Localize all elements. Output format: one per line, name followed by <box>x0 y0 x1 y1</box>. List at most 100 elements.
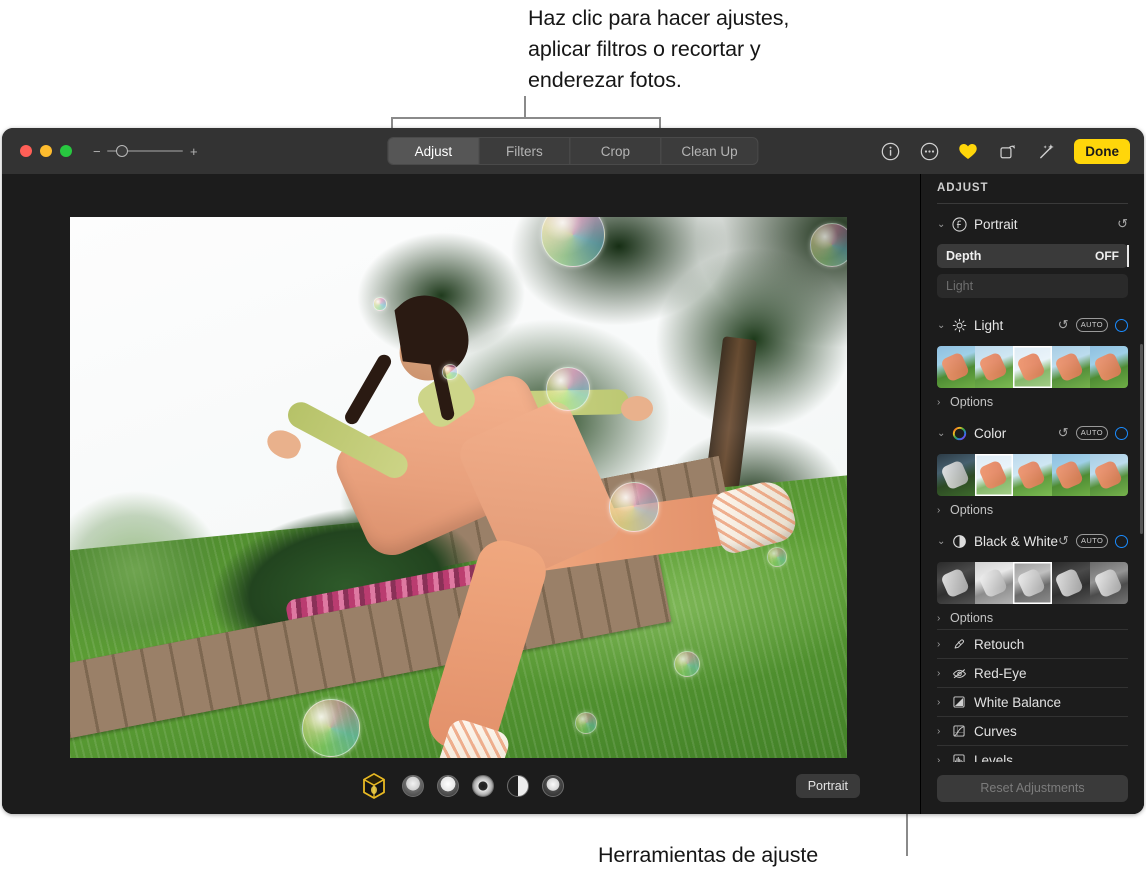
zoom-slider-knob[interactable] <box>116 145 128 157</box>
color-preview-strip[interactable] <box>937 454 1128 496</box>
chevron-down-icon[interactable]: ⌄ <box>937 219 950 230</box>
sidebar-item-red-eye[interactable]: › Red-Eye <box>937 658 1128 687</box>
more-options-icon[interactable] <box>918 140 940 162</box>
light-toggle-icon[interactable] <box>1115 319 1128 332</box>
zoom-slider[interactable]: − + <box>93 145 197 158</box>
reset-portrait-icon[interactable]: ↺ <box>1117 216 1128 232</box>
sidebar-group-color[interactable]: ⌄ Color ↺ AUTO <box>937 419 1128 447</box>
editor-mode-segmented-control[interactable]: Adjust Filters Crop Clean Up <box>387 137 758 165</box>
adjust-sidebar: ADJUST ⌄ Portrait ↺ Depth <box>920 174 1144 814</box>
tab-adjust[interactable]: Adjust <box>388 138 479 164</box>
chevron-right-icon[interactable]: › <box>937 755 950 763</box>
stage-light-icon[interactable] <box>472 775 494 797</box>
sidebar-group-black-and-white[interactable]: ⌄ Black & White ↺ AUTO <box>937 527 1128 555</box>
sidebar-group-light[interactable]: ⌄ Light ↺ AUTO <box>937 311 1128 339</box>
done-button[interactable]: Done <box>1074 139 1130 164</box>
photo-bubble <box>373 297 387 311</box>
auto-light-button[interactable]: AUTO <box>1076 318 1108 332</box>
chevron-down-icon[interactable]: ⌄ <box>937 320 950 331</box>
adjust-sidebar-scroll[interactable]: ADJUST ⌄ Portrait ↺ Depth <box>921 174 1144 762</box>
photo-subject-right-hand <box>621 395 654 421</box>
reset-color-icon[interactable]: ↺ <box>1058 425 1069 441</box>
light-thumb[interactable] <box>1052 346 1090 388</box>
chevron-right-icon[interactable]: › <box>937 726 950 737</box>
auto-bw-button[interactable]: AUTO <box>1076 534 1108 548</box>
bw-toggle-icon[interactable] <box>1115 535 1128 548</box>
color-thumb-selected[interactable] <box>975 454 1013 496</box>
reset-light-icon[interactable]: ↺ <box>1058 317 1069 333</box>
bw-options-row[interactable]: › Options <box>937 607 1128 629</box>
light-preview-strip[interactable] <box>937 346 1128 388</box>
auto-color-button[interactable]: AUTO <box>1076 426 1108 440</box>
sidebar-scrollbar[interactable] <box>1140 344 1143 534</box>
zoom-in-icon[interactable]: + <box>190 145 197 158</box>
sidebar-item-curves[interactable]: › Curves <box>937 716 1128 745</box>
color-thumb[interactable] <box>1013 454 1051 496</box>
chevron-right-icon[interactable]: › <box>937 397 950 408</box>
minimize-window-button[interactable] <box>40 145 52 157</box>
light-thumb[interactable] <box>937 346 975 388</box>
sidebar-item-retouch[interactable]: › Retouch <box>937 629 1128 658</box>
color-thumb[interactable] <box>1090 454 1128 496</box>
light-thumb[interactable] <box>1090 346 1128 388</box>
canvas-bottom-toolbar: Portrait <box>2 758 920 814</box>
high-key-light-mono-icon[interactable] <box>542 775 564 797</box>
depth-slider-handle[interactable] <box>1127 245 1129 267</box>
studio-light-icon[interactable] <box>402 775 424 797</box>
maximize-window-button[interactable] <box>60 145 72 157</box>
sidebar-group-portrait[interactable]: ⌄ Portrait ↺ <box>937 210 1128 238</box>
levels-icon <box>950 753 968 762</box>
color-wheel-icon <box>950 426 968 441</box>
bw-preview-strip[interactable] <box>937 562 1128 604</box>
light-thumb-selected[interactable] <box>1013 346 1051 388</box>
reset-adjustments-button[interactable]: Reset Adjustments <box>937 775 1128 802</box>
sidebar-item-white-balance[interactable]: › White Balance <box>937 687 1128 716</box>
color-options-row[interactable]: › Options <box>937 499 1128 521</box>
chevron-right-icon[interactable]: › <box>937 697 950 708</box>
portrait-badge-button[interactable]: Portrait <box>796 774 860 798</box>
zoom-out-icon[interactable]: − <box>93 145 100 158</box>
sidebar-item-levels[interactable]: › Levels <box>937 745 1128 762</box>
portrait-light-field[interactable]: Light <box>937 274 1128 298</box>
chevron-down-icon[interactable]: ⌄ <box>937 428 950 439</box>
natural-light-cube-icon[interactable] <box>359 771 389 801</box>
photo-canvas-area: Portrait <box>2 174 920 814</box>
light-controls: ↺ AUTO <box>1058 317 1128 333</box>
bw-thumb[interactable] <box>1090 562 1128 604</box>
light-thumb[interactable] <box>975 346 1013 388</box>
portrait-controls: ↺ <box>1117 216 1128 232</box>
light-options-row[interactable]: › Options <box>937 391 1128 413</box>
chevron-right-icon[interactable]: › <box>937 505 950 516</box>
zoom-slider-track[interactable] <box>107 150 183 152</box>
favorite-heart-icon[interactable] <box>957 140 979 162</box>
color-thumb[interactable] <box>937 454 975 496</box>
bw-thumb[interactable] <box>1052 562 1090 604</box>
contour-light-icon[interactable] <box>437 775 459 797</box>
enhance-wand-icon[interactable] <box>1035 140 1057 162</box>
portrait-lighting-effects[interactable] <box>359 771 564 801</box>
close-window-button[interactable] <box>20 145 32 157</box>
tab-clean-up[interactable]: Clean Up <box>661 138 757 164</box>
color-toggle-icon[interactable] <box>1115 427 1128 440</box>
info-icon[interactable] <box>879 140 901 162</box>
rotate-icon[interactable] <box>996 140 1018 162</box>
stage-light-mono-icon[interactable] <box>507 775 529 797</box>
bw-thumb-selected[interactable] <box>1013 562 1051 604</box>
tab-crop[interactable]: Crop <box>570 138 661 164</box>
bw-thumb[interactable] <box>937 562 975 604</box>
bw-thumb[interactable] <box>975 562 1013 604</box>
light-options-label: Options <box>950 395 993 409</box>
portrait-f-icon <box>950 217 968 232</box>
photo-subject-left-hand <box>263 425 305 463</box>
photo-preview[interactable] <box>70 217 847 801</box>
chevron-right-icon[interactable]: › <box>937 613 950 624</box>
tab-filters[interactable]: Filters <box>479 138 570 164</box>
color-thumb[interactable] <box>1052 454 1090 496</box>
depth-slider-field[interactable]: Depth OFF <box>937 244 1128 268</box>
reset-bw-icon[interactable]: ↺ <box>1058 533 1069 549</box>
chevron-right-icon[interactable]: › <box>937 668 950 679</box>
chevron-down-icon[interactable]: ⌄ <box>937 536 950 547</box>
chevron-right-icon[interactable]: › <box>937 639 950 650</box>
portrait-light-label: Light <box>946 279 973 293</box>
sidebar-title: ADJUST <box>937 182 1128 194</box>
